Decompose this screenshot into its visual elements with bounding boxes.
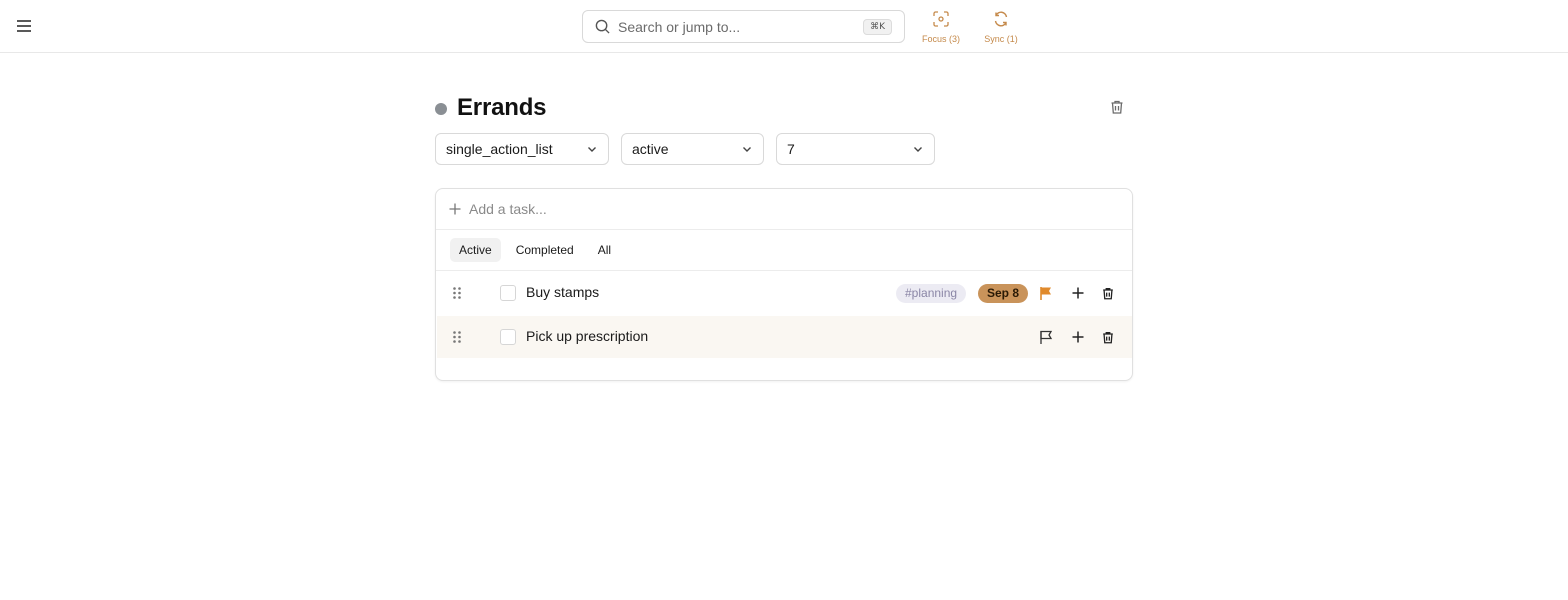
chevron-down-icon [586,143,598,155]
plus-icon [449,203,461,215]
tab-all[interactable]: All [589,238,620,262]
chevron-down-icon [741,143,753,155]
list-header: Errands [435,92,1133,126]
sync-button[interactable]: Sync (1) [971,11,1031,44]
tab-completed[interactable]: Completed [507,238,583,262]
tab-active[interactable]: Active [450,238,501,262]
task-checkbox[interactable] [500,329,516,345]
delete-list-trash-icon[interactable] [1109,99,1127,117]
search-placeholder: Search or jump to... [618,18,741,35]
add-task-placeholder: Add a task... [469,201,547,217]
sync-label: Sync (1) [984,34,1018,44]
drag-handle-icon[interactable] [450,330,464,344]
focus-label: Focus (3) [921,34,960,44]
task-filter-tabs: Active Completed All [436,230,1132,271]
list-type-value: single_action_list [446,141,553,157]
list-number-value: 7 [787,141,795,157]
task-row[interactable]: Buy stamps #planning Sep 8 [437,272,1132,314]
list-status-select[interactable]: active [621,133,764,165]
hamburger-menu-icon[interactable] [14,14,34,38]
task-tag[interactable]: #planning [896,284,967,303]
focus-button[interactable]: Focus (3) [911,11,971,44]
search-shortcut-badge: ⌘K [863,18,892,35]
focus-icon [933,11,949,32]
task-title[interactable]: Pick up prescription [526,328,648,344]
delete-task-trash-icon[interactable] [1099,328,1117,346]
delete-task-trash-icon[interactable] [1099,284,1117,302]
task-checkbox[interactable] [500,285,516,301]
flag-icon[interactable] [1037,284,1055,302]
task-title[interactable]: Buy stamps [526,284,599,300]
search-icon [595,19,610,34]
flag-outline-icon[interactable] [1037,328,1055,346]
list-type-select[interactable]: single_action_list [435,133,609,165]
due-date-badge[interactable]: Sep 8 [978,284,1029,303]
list-color-dot [435,103,447,115]
add-subtask-icon[interactable] [1069,328,1087,346]
sync-icon [993,11,1009,32]
drag-handle-icon[interactable] [450,286,464,300]
task-panel: Add a task... Active Completed All Buy s… [435,188,1133,381]
add-subtask-icon[interactable] [1069,284,1087,302]
list-status-value: active [632,141,669,157]
chevron-down-icon [912,143,924,155]
task-row[interactable]: Pick up prescription [437,316,1132,358]
top-bar: Search or jump to... ⌘K Focus (3) Sync (… [0,0,1568,53]
list-number-select[interactable]: 7 [776,133,935,165]
search-input[interactable]: Search or jump to... ⌘K [582,10,905,43]
page-title: Errands [457,94,547,121]
add-task-input[interactable]: Add a task... [436,189,1132,230]
